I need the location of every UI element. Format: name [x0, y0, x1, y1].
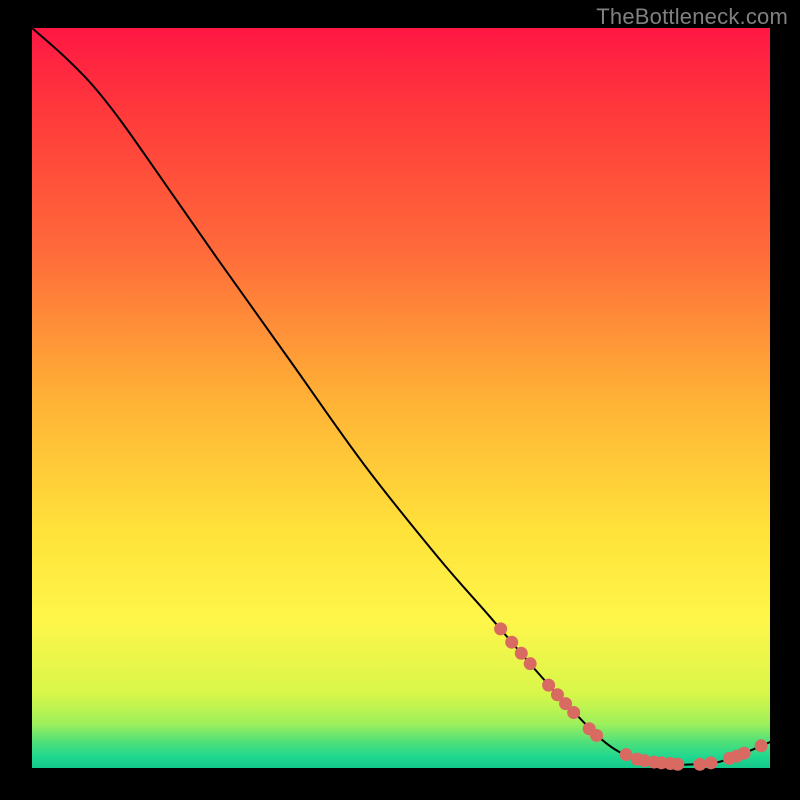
curve-marker	[671, 758, 684, 771]
curve-marker	[738, 747, 751, 760]
curve-marker	[567, 706, 580, 719]
curve-marker	[505, 636, 518, 649]
bottleneck-chart	[0, 0, 800, 800]
curve-marker	[494, 622, 507, 635]
curve-marker	[524, 657, 537, 670]
curve-marker	[693, 758, 706, 771]
curve-marker	[620, 748, 633, 761]
chart-container: TheBottleneck.com	[0, 0, 800, 800]
watermark-label: TheBottleneck.com	[596, 4, 788, 30]
curve-marker	[755, 739, 768, 752]
curve-marker	[542, 679, 555, 692]
curve-marker	[515, 647, 528, 660]
plot-background	[32, 28, 770, 768]
curve-marker	[704, 756, 717, 769]
curve-marker	[590, 729, 603, 742]
